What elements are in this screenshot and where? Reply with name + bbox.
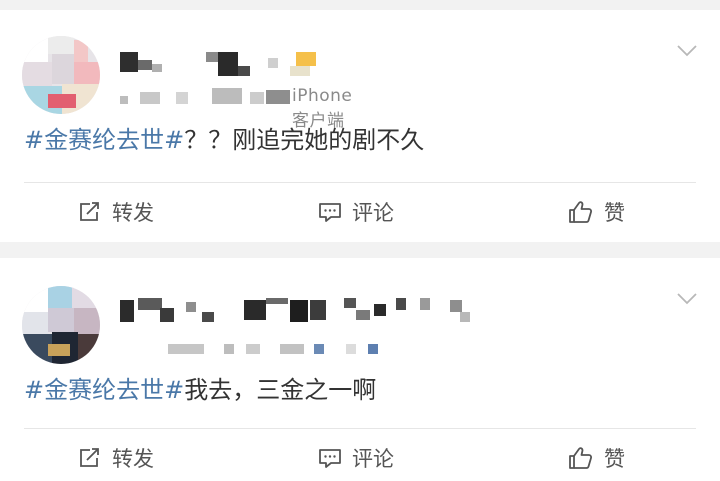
avatar[interactable] — [22, 36, 100, 114]
post-card: #金赛纶去世#我去，三金之一啊 转发 评论 赞 — [0, 258, 720, 481]
hashtag-link[interactable]: #金赛纶去世# — [24, 376, 184, 404]
like-label: 赞 — [604, 201, 625, 225]
post-card: iPhone客户端 #金赛纶去世#？？刚追完她的剧不久 转发 评论 赞 — [0, 10, 720, 242]
post-body: 我去，三金之一啊 — [184, 376, 377, 404]
comment-icon — [319, 203, 341, 222]
like-label: 赞 — [604, 447, 625, 471]
comment-label: 评论 — [352, 201, 394, 225]
chevron-down-icon[interactable] — [676, 292, 698, 306]
forward-button[interactable]: 转发 — [78, 192, 154, 232]
forward-button[interactable]: 转发 — [78, 438, 154, 478]
share-icon — [80, 448, 99, 467]
weibo-feed: iPhone客户端 #金赛纶去世#？？刚追完她的剧不久 转发 评论 赞 #金赛纶… — [0, 0, 720, 481]
comment-button[interactable]: 评论 — [318, 438, 394, 478]
post-text: #金赛纶去世#我去，三金之一啊 — [24, 374, 376, 406]
post-text: #金赛纶去世#？？刚追完她的剧不久 — [24, 124, 424, 156]
like-button[interactable]: 赞 — [568, 192, 625, 232]
comment-icon — [319, 449, 341, 468]
post-body: ？？刚追完她的剧不久 — [184, 126, 425, 154]
hashtag-link[interactable]: #金赛纶去世# — [24, 126, 184, 154]
avatar[interactable] — [22, 286, 100, 364]
action-bar: 转发 评论 赞 — [0, 192, 720, 232]
divider — [24, 428, 696, 429]
like-button[interactable]: 赞 — [568, 438, 625, 478]
thumbs-up-icon — [569, 447, 593, 469]
forward-label: 转发 — [112, 201, 154, 225]
thumbs-up-icon — [569, 201, 593, 223]
share-icon — [80, 202, 99, 221]
comment-button[interactable]: 评论 — [318, 192, 394, 232]
comment-label: 评论 — [352, 447, 394, 471]
forward-label: 转发 — [112, 447, 154, 471]
chevron-down-icon[interactable] — [676, 44, 698, 58]
divider — [24, 182, 696, 183]
action-bar: 转发 评论 赞 — [0, 438, 720, 478]
